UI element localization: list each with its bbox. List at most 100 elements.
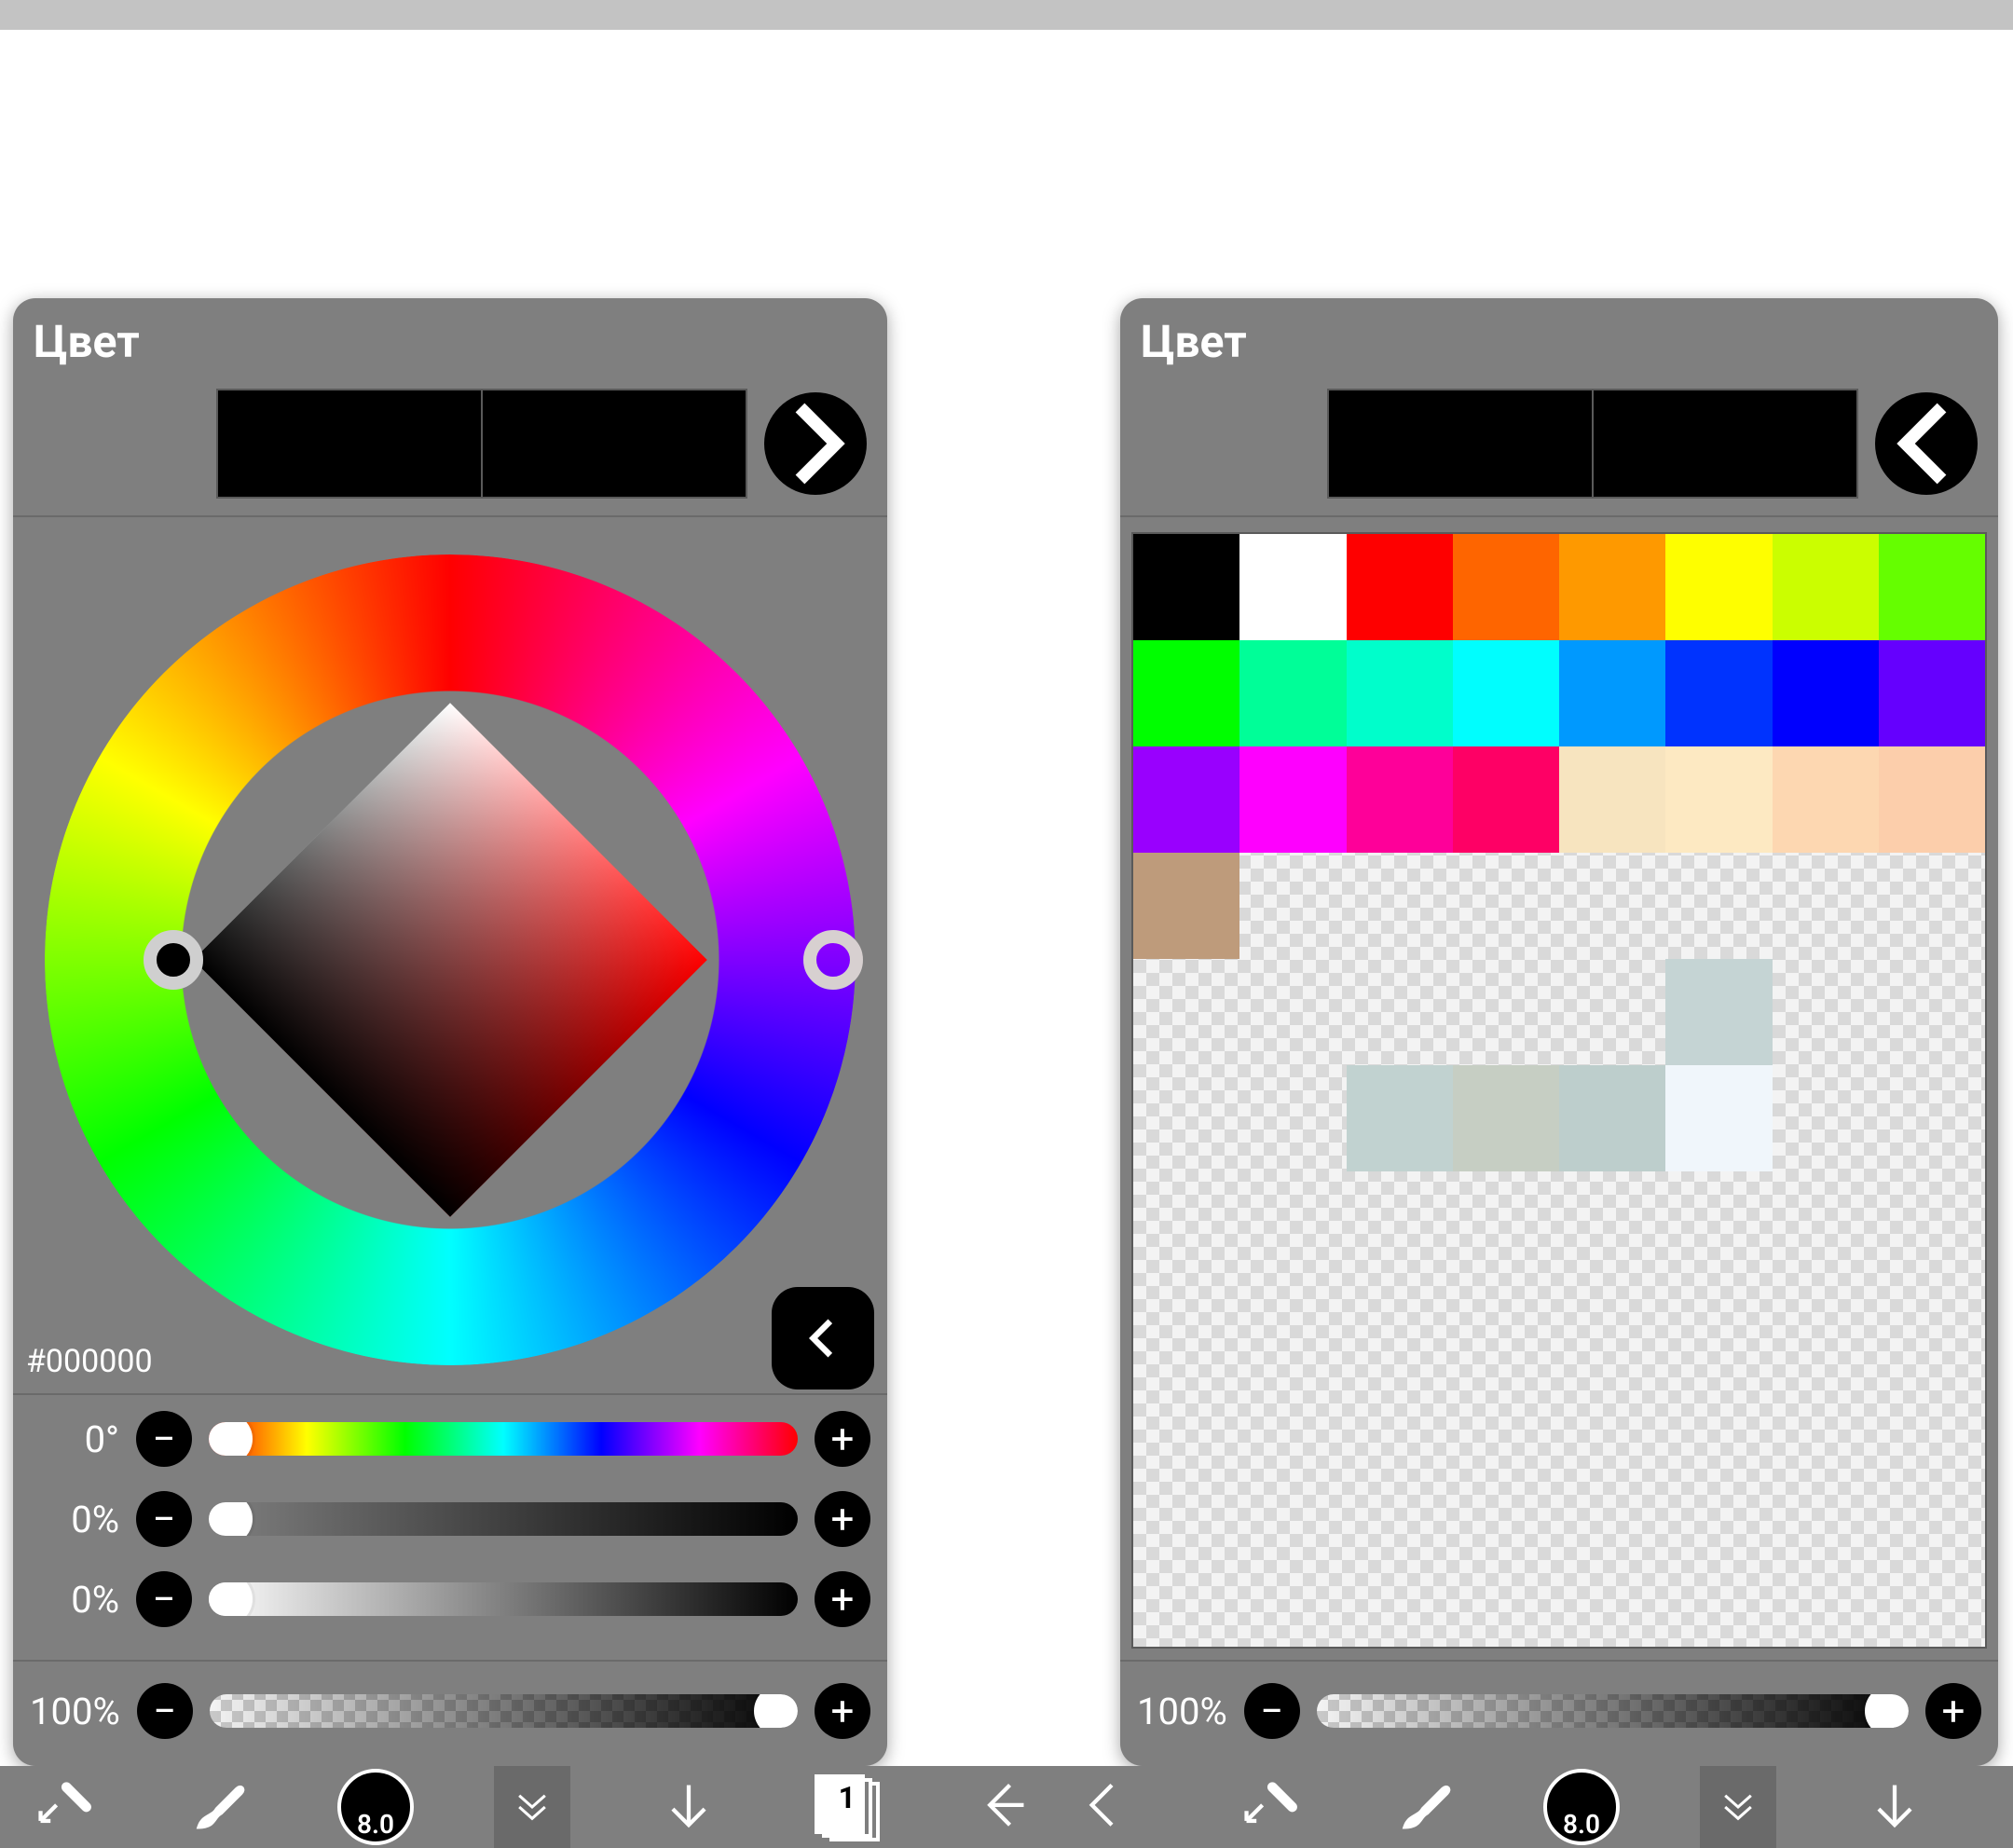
swatch[interactable] — [1239, 1065, 1346, 1171]
sat-slider[interactable] — [209, 1502, 798, 1536]
alpha-minus[interactable]: − — [137, 1683, 193, 1739]
swatch[interactable] — [1453, 640, 1559, 746]
swatch[interactable] — [1559, 534, 1665, 640]
swatch[interactable] — [1559, 1384, 1665, 1490]
swatch[interactable] — [1239, 1384, 1346, 1490]
swatch[interactable] — [1347, 1171, 1453, 1278]
swatch[interactable] — [1347, 640, 1453, 746]
swatch[interactable] — [1665, 1171, 1772, 1278]
swatch[interactable] — [1347, 534, 1453, 640]
swatch[interactable] — [1239, 1490, 1346, 1596]
swatch[interactable] — [1773, 1490, 1879, 1596]
alpha-slider[interactable] — [1317, 1694, 1909, 1728]
swatch[interactable] — [1239, 1596, 1346, 1703]
hue-minus[interactable]: − — [136, 1411, 192, 1467]
swatch[interactable] — [1453, 959, 1559, 1065]
swatch[interactable] — [1665, 1065, 1772, 1171]
swatch[interactable] — [1773, 746, 1879, 853]
val-slider[interactable] — [209, 1582, 798, 1616]
swatch[interactable] — [1665, 640, 1772, 746]
hex-value[interactable]: #000000 — [26, 1343, 153, 1380]
swatch[interactable] — [1453, 1278, 1559, 1384]
swatch[interactable] — [1347, 1065, 1453, 1171]
alpha-thumb[interactable] — [754, 1694, 798, 1728]
swatch[interactable] — [1773, 1065, 1879, 1171]
swatch[interactable] — [1879, 959, 1985, 1065]
swatch[interactable] — [1347, 1278, 1453, 1384]
next-page-button[interactable] — [764, 392, 867, 495]
swatch[interactable] — [1239, 534, 1346, 640]
swatch[interactable] — [1347, 959, 1453, 1065]
swatch[interactable] — [1559, 1490, 1665, 1596]
hue-slider[interactable] — [209, 1422, 798, 1456]
swatch[interactable] — [1879, 1384, 1985, 1490]
alpha-plus[interactable]: + — [815, 1683, 870, 1739]
swatch[interactable] — [1665, 1596, 1772, 1703]
layers-button[interactable]: 1 — [807, 1769, 883, 1845]
swatch[interactable] — [1453, 1065, 1559, 1171]
swatch[interactable] — [1453, 534, 1559, 640]
swatch[interactable] — [1559, 640, 1665, 746]
swap-tool-button[interactable] — [24, 1769, 101, 1845]
swatch[interactable] — [1133, 853, 1239, 959]
collapse-button[interactable] — [494, 1766, 570, 1848]
swatch[interactable] — [1879, 534, 1985, 640]
save-button[interactable] — [1856, 1769, 1933, 1845]
brush-tool-button[interactable] — [1387, 1769, 1463, 1845]
current-color-preview[interactable] — [216, 389, 747, 499]
hue-plus[interactable]: + — [815, 1411, 870, 1467]
prev-page-button[interactable] — [772, 1287, 874, 1389]
color-wheel[interactable]: #000000 — [13, 527, 887, 1393]
swatch[interactable] — [1133, 959, 1239, 1065]
swatch[interactable] — [1665, 746, 1772, 853]
val-thumb[interactable] — [209, 1582, 253, 1616]
swatch[interactable] — [1559, 1171, 1665, 1278]
val-minus[interactable]: − — [136, 1571, 192, 1627]
swatch[interactable] — [1453, 746, 1559, 853]
swatch[interactable] — [1239, 640, 1346, 746]
hue-handle[interactable] — [803, 930, 863, 990]
brush-size-button[interactable]: 8.0 — [337, 1769, 414, 1845]
swatch[interactable] — [1133, 1596, 1239, 1703]
swatch[interactable] — [1665, 959, 1772, 1065]
swatch[interactable] — [1665, 853, 1772, 959]
swatch[interactable] — [1559, 746, 1665, 853]
swatch[interactable] — [1133, 1490, 1239, 1596]
swatch[interactable] — [1133, 1171, 1239, 1278]
swatch[interactable] — [1773, 640, 1879, 746]
swatch[interactable] — [1453, 1596, 1559, 1703]
swatch[interactable] — [1665, 1490, 1772, 1596]
swatch[interactable] — [1773, 853, 1879, 959]
sat-minus[interactable]: − — [136, 1491, 192, 1547]
swatch[interactable] — [1879, 746, 1985, 853]
swatch[interactable] — [1559, 1278, 1665, 1384]
swatch[interactable] — [1665, 534, 1772, 640]
swatch[interactable] — [1559, 853, 1665, 959]
sv-handle[interactable] — [144, 930, 203, 990]
save-button[interactable] — [650, 1769, 727, 1845]
swatch[interactable] — [1773, 534, 1879, 640]
swatch[interactable] — [1879, 640, 1985, 746]
swatch[interactable] — [1453, 1171, 1559, 1278]
swap-tool-button[interactable] — [1230, 1769, 1307, 1845]
swatch[interactable] — [1347, 746, 1453, 853]
swatch[interactable] — [1773, 1384, 1879, 1490]
brush-tool-button[interactable] — [181, 1769, 257, 1845]
swatch[interactable] — [1239, 1171, 1346, 1278]
swatch[interactable] — [1773, 1596, 1879, 1703]
collapse-button[interactable] — [1700, 1766, 1776, 1848]
brush-size-button[interactable]: 8.0 — [1543, 1769, 1620, 1845]
swatch[interactable] — [1559, 1065, 1665, 1171]
swatch[interactable] — [1239, 853, 1346, 959]
sat-thumb[interactable] — [209, 1502, 253, 1536]
swatch[interactable] — [1773, 959, 1879, 1065]
swatch[interactable] — [1773, 1278, 1879, 1384]
val-plus[interactable]: + — [815, 1571, 870, 1627]
swatch[interactable] — [1347, 853, 1453, 959]
swatch[interactable] — [1347, 1596, 1453, 1703]
hue-thumb[interactable] — [209, 1422, 253, 1456]
swatch[interactable] — [1879, 1596, 1985, 1703]
swatch[interactable] — [1879, 1490, 1985, 1596]
swatch[interactable] — [1239, 746, 1346, 853]
swatch[interactable] — [1133, 640, 1239, 746]
